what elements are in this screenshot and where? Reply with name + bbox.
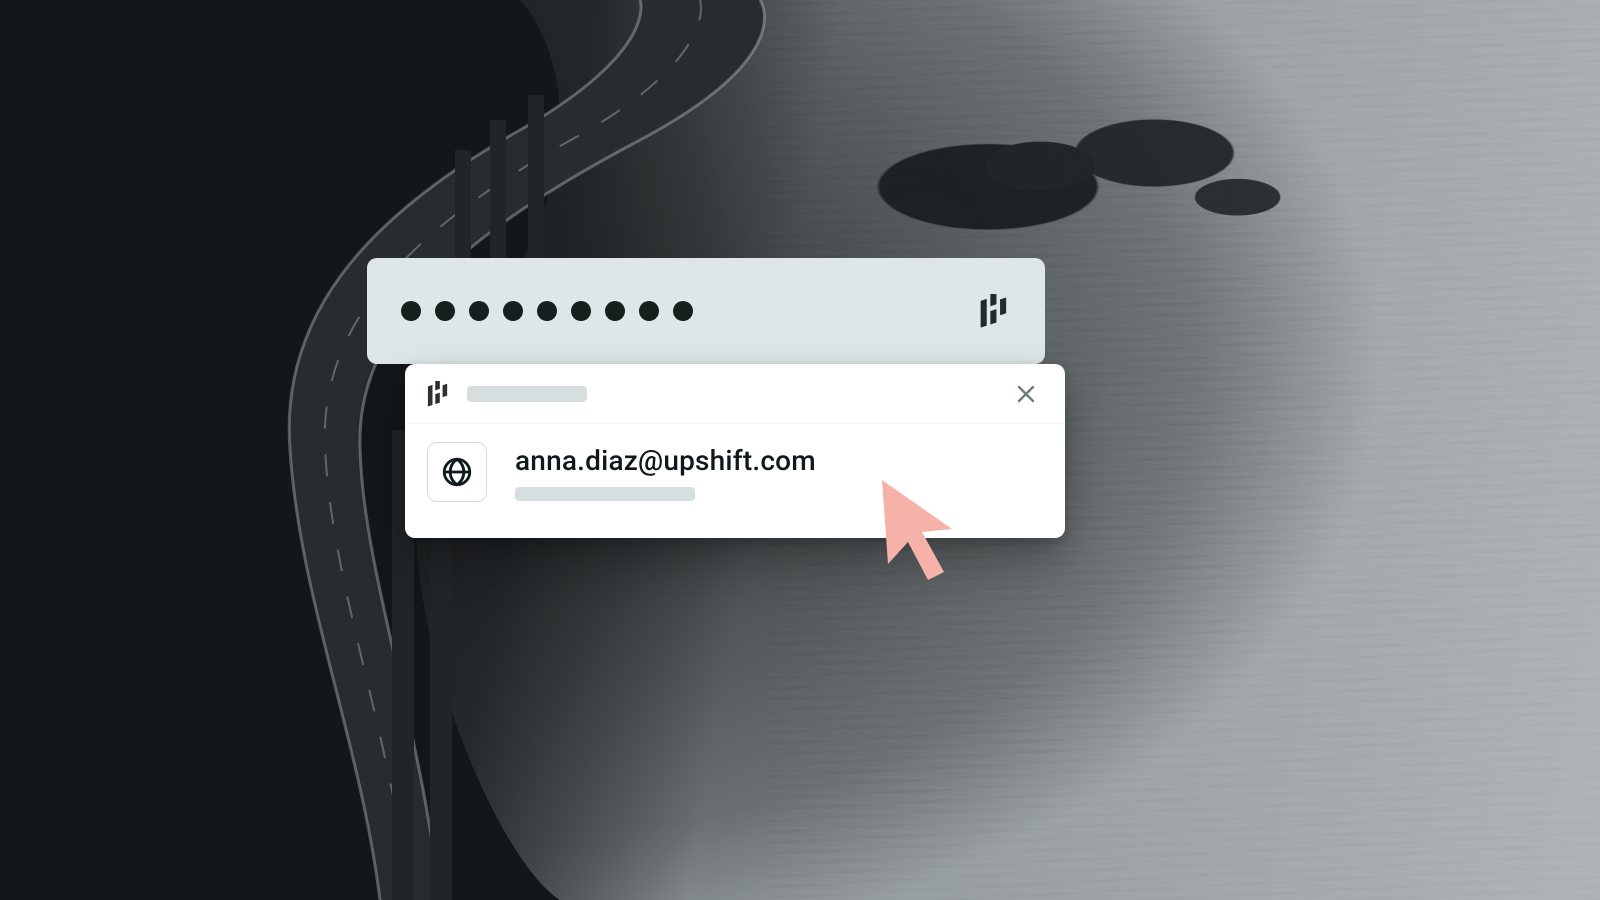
password-manager-button[interactable] <box>977 293 1011 329</box>
globe-icon <box>440 455 474 489</box>
dashlane-icon <box>979 294 1009 328</box>
credential-username: anna.diaz@upshift.com <box>515 444 816 477</box>
autofill-dropdown: anna.diaz@upshift.com <box>405 364 1065 538</box>
credential-info: anna.diaz@upshift.com <box>515 444 816 501</box>
close-icon <box>1014 382 1038 406</box>
credential-secondary-placeholder <box>515 487 695 501</box>
autofill-header-label-placeholder <box>467 386 587 402</box>
dashlane-icon <box>427 381 449 407</box>
password-input[interactable] <box>367 258 1045 364</box>
password-mask-dots <box>401 301 693 321</box>
autofill-header <box>405 364 1065 424</box>
autofill-suggestion[interactable]: anna.diaz@upshift.com <box>405 424 1065 522</box>
site-badge <box>427 442 487 502</box>
close-button[interactable] <box>1009 377 1043 411</box>
